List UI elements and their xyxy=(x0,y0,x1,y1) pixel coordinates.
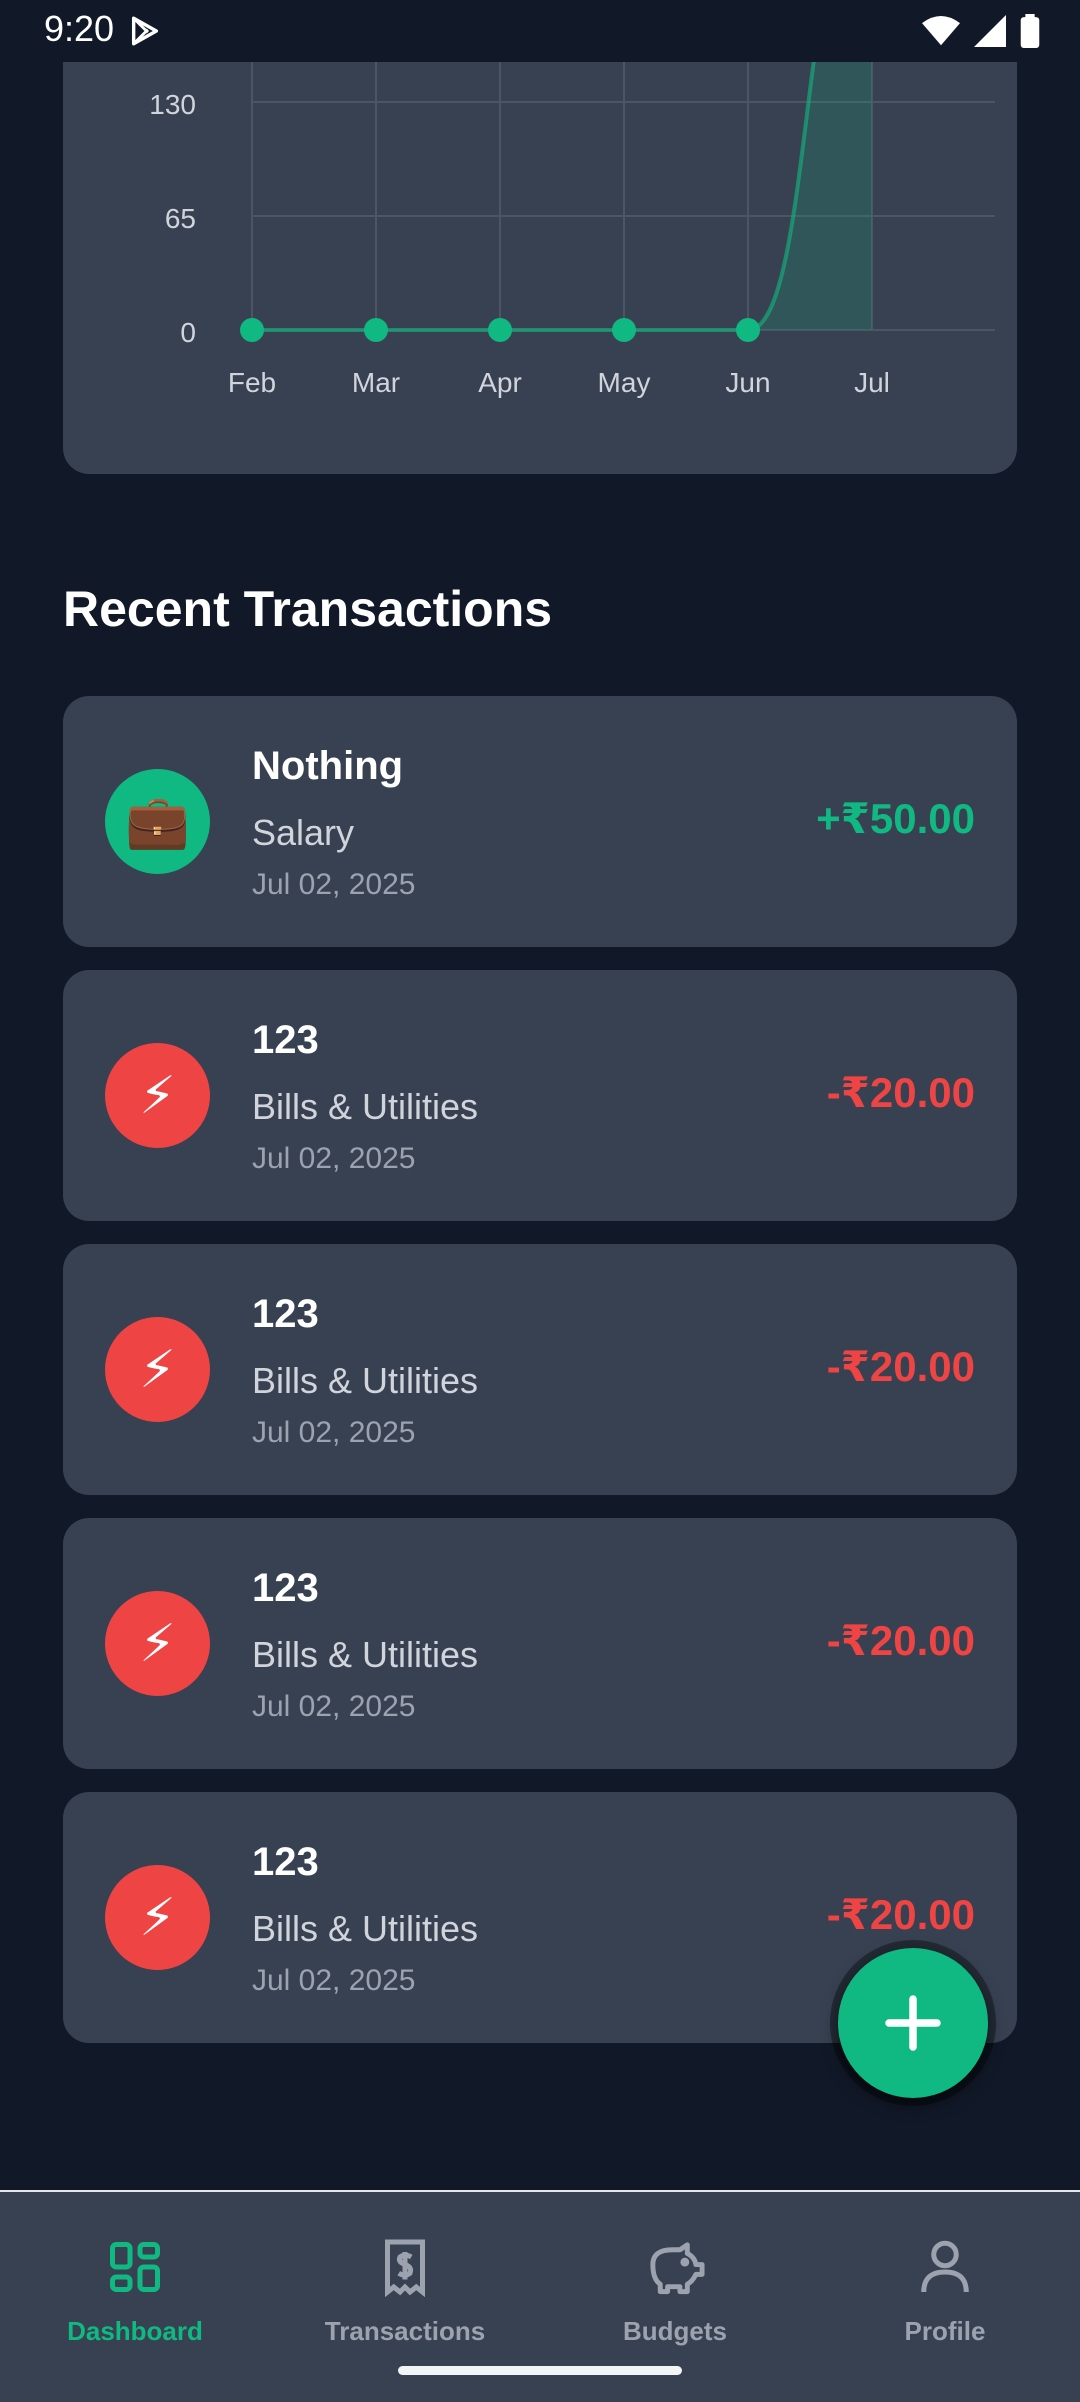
data-point xyxy=(736,318,760,342)
transaction-date: Jul 02, 2025 xyxy=(252,1142,416,1175)
data-point xyxy=(488,318,512,342)
status-bar: 9:20 xyxy=(0,0,1080,62)
spending-chart: 0 65 130 Feb Mar Apr May Jun Jul xyxy=(149,40,995,398)
x-tick-label: Apr xyxy=(478,367,522,398)
signal-icon xyxy=(974,15,1006,47)
transaction-name: 123 xyxy=(252,1292,319,1336)
chart-line xyxy=(252,40,819,332)
transaction-date: Jul 02, 2025 xyxy=(252,1964,416,1997)
receipt-icon xyxy=(385,2239,425,2297)
nav-label-profile: Profile xyxy=(904,2316,986,2346)
dashboard-icon xyxy=(110,2242,160,2292)
data-point xyxy=(612,318,636,342)
transaction-name: 123 xyxy=(252,1566,319,1610)
transaction-list: 💼 Nothing Salary Jul 02, 2025 +₹50.00 ⚡ 123 Bil… xyxy=(63,696,1017,2066)
lightning-icon: ⚡ xyxy=(105,1865,210,1970)
transaction-amount: -₹20.00 xyxy=(826,1343,975,1390)
lightning-icon: ⚡ xyxy=(105,1591,210,1696)
y-tick-label: 65 xyxy=(165,203,196,234)
user-icon xyxy=(921,2240,969,2293)
x-tick-label: Feb xyxy=(228,367,276,398)
recent-transactions-title: Recent Transactions xyxy=(63,581,553,637)
transaction-card[interactable]: ⚡ 123 Bills & Utilities Jul 02, 2025 -₹20.00 xyxy=(63,1244,1017,1495)
transaction-date: Jul 02, 2025 xyxy=(252,868,416,901)
nav-label-budgets: Budgets xyxy=(623,2316,727,2346)
nav-item-transactions[interactable]: Transactions xyxy=(270,2232,540,2347)
transaction-card[interactable]: 💼 Nothing Salary Jul 02, 2025 +₹50.00 xyxy=(63,696,1017,947)
spending-chart-card: 0 65 130 Feb Mar Apr May Jun Jul xyxy=(63,40,1017,474)
transaction-name: 123 xyxy=(252,1018,319,1062)
nav-label-dashboard: Dashboard xyxy=(67,2316,203,2346)
transaction-card[interactable]: ⚡ 123 Bills & Utilities Jul 02, 2025 -₹20.00 xyxy=(63,1518,1017,1769)
y-tick-label: 130 xyxy=(149,89,196,120)
data-point xyxy=(364,318,388,342)
data-point xyxy=(240,318,264,342)
nav-item-dashboard[interactable]: Dashboard xyxy=(0,2232,270,2347)
transaction-category: Salary xyxy=(252,812,355,853)
transaction-category: Bills & Utilities xyxy=(252,1086,479,1127)
transaction-name: 123 xyxy=(252,1840,319,1884)
transaction-date: Jul 02, 2025 xyxy=(252,1416,416,1449)
x-tick-label: Mar xyxy=(352,367,400,398)
x-tick-label: May xyxy=(598,367,651,398)
transaction-category: Bills & Utilities xyxy=(252,1908,479,1949)
transaction-date: Jul 02, 2025 xyxy=(252,1690,416,1723)
y-tick-label: 0 xyxy=(180,317,196,348)
piggy-bank-icon xyxy=(650,2242,705,2295)
transaction-card[interactable]: ⚡ 123 Bills & Utilities Jul 02, 2025 -₹20.00 xyxy=(63,970,1017,1221)
wifi-icon xyxy=(922,15,960,46)
lightning-icon: ⚡ xyxy=(105,1317,210,1422)
transaction-amount: -₹20.00 xyxy=(826,1069,975,1116)
briefcase-icon: 💼 xyxy=(105,769,210,874)
plus-icon xyxy=(885,1995,941,2051)
transaction-category: Bills & Utilities xyxy=(252,1634,479,1675)
nav-item-budgets[interactable]: Budgets xyxy=(540,2232,810,2347)
x-tick-label: Jul xyxy=(854,367,890,398)
transaction-amount: -₹20.00 xyxy=(826,1891,975,1938)
transaction-amount: -₹20.00 xyxy=(826,1617,975,1664)
home-indicator xyxy=(398,2366,682,2375)
transaction-name: Nothing xyxy=(252,744,404,788)
nav-label-transactions: Transactions xyxy=(324,2316,486,2346)
battery-icon xyxy=(1020,14,1040,48)
nav-item-profile[interactable]: Profile xyxy=(810,2232,1080,2347)
add-transaction-button[interactable] xyxy=(838,1948,988,2098)
lightning-icon: ⚡ xyxy=(105,1043,210,1148)
transaction-category: Bills & Utilities xyxy=(252,1360,479,1401)
status-time: 9:20 xyxy=(44,8,115,49)
play-store-icon xyxy=(131,16,159,46)
x-tick-label: Jun xyxy=(725,367,770,398)
transaction-amount: +₹50.00 xyxy=(816,795,975,842)
